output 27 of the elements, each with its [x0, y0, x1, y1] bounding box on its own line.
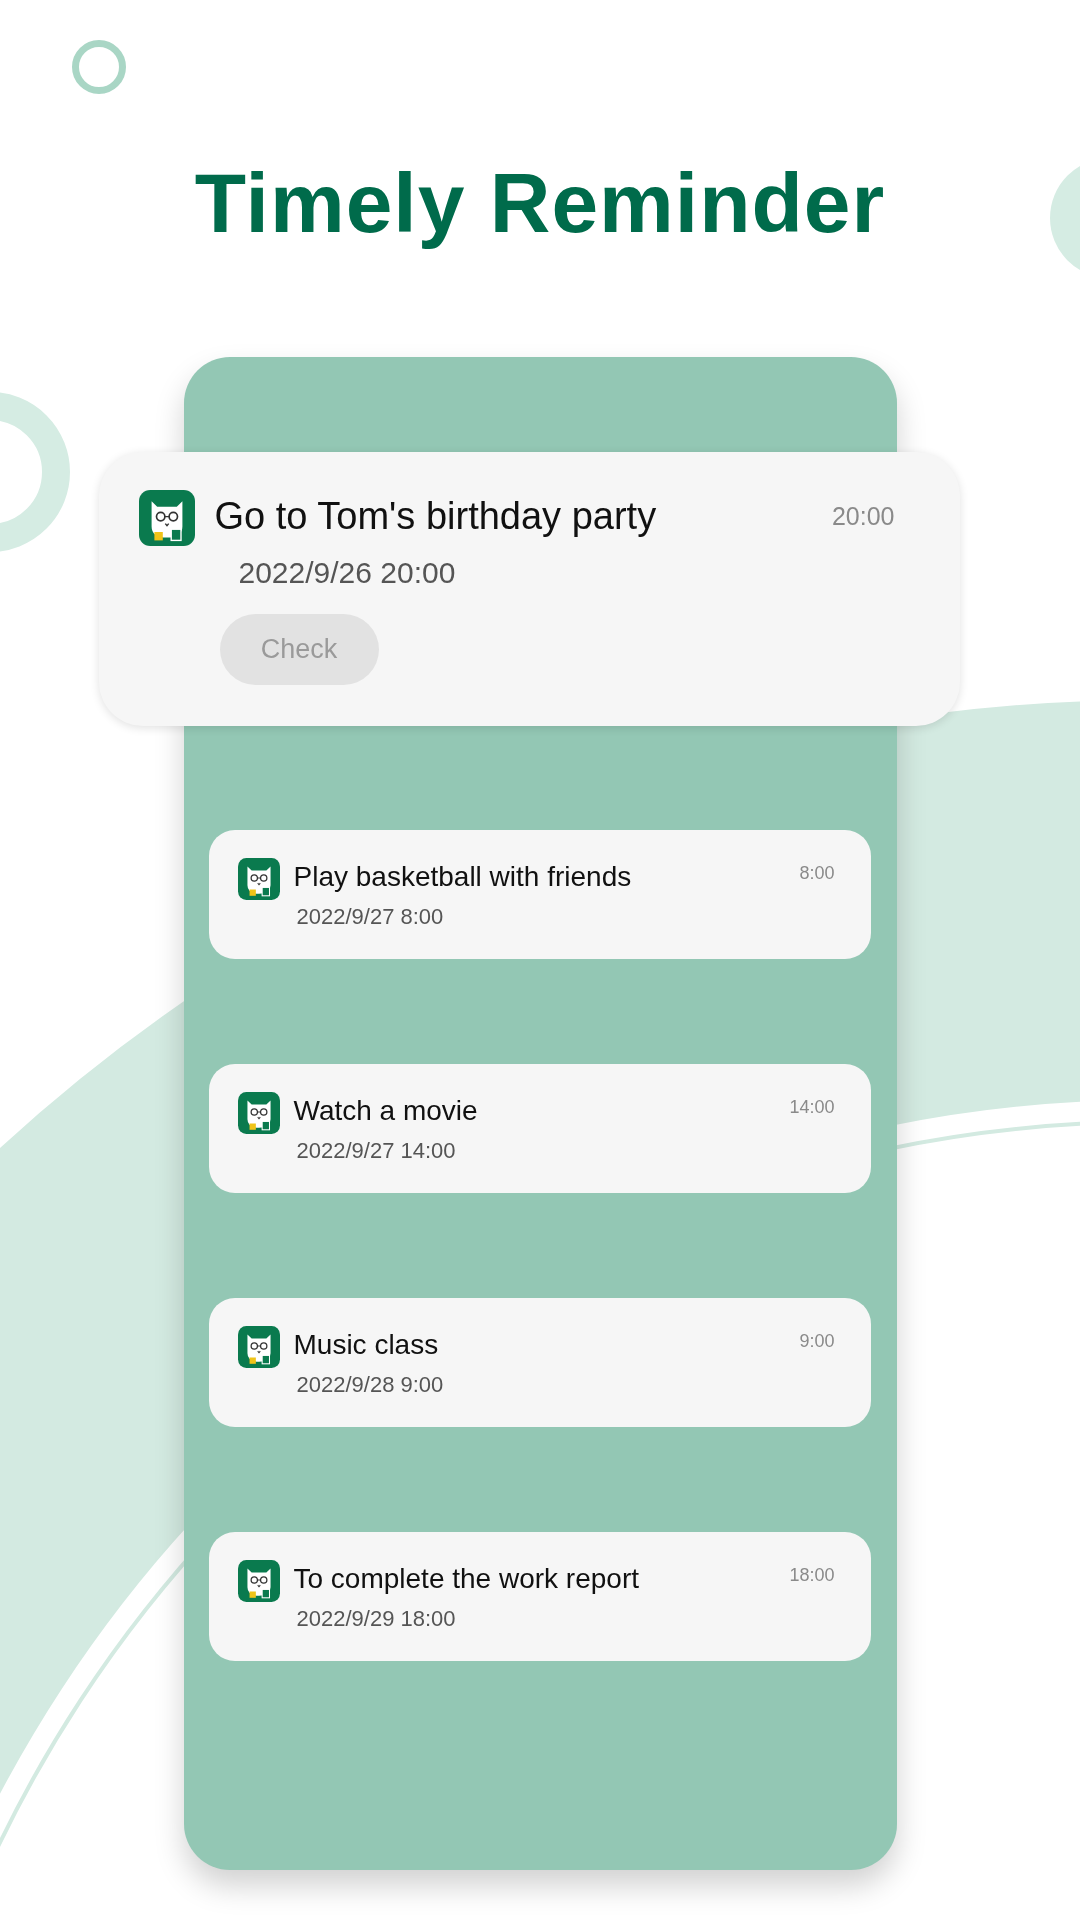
notification-date: 2022/9/26 20:00 [238, 556, 457, 590]
notification-card[interactable]: Music class 9:00 2022/9/28 9:00 [208, 1298, 871, 1427]
notification-date: 2022/9/28 9:00 [296, 1372, 445, 1398]
cat-app-icon [237, 1560, 280, 1602]
notification-title: To complete the work report [293, 1562, 640, 1596]
notification-date: 2022/9/27 8:00 [296, 904, 445, 930]
notification-title: Play basketball with friends [293, 860, 633, 894]
notification-time: 8:00 [799, 862, 835, 885]
notification-date: 2022/9/27 14:00 [296, 1138, 457, 1164]
cat-app-icon [237, 1326, 280, 1368]
ring-decoration [72, 40, 126, 94]
notification-title: Music class [293, 1328, 440, 1362]
notification-title: Watch a movie [293, 1094, 479, 1128]
notification-card[interactable]: Go to Tom's birthday party 20:00 2022/9/26 20:00 Check [98, 452, 960, 726]
notification-card[interactable]: Play basketball with friends 8:00 2022/9/27 8:00 [208, 830, 871, 959]
notification-time: 20:00 [831, 501, 895, 532]
page-title: Timely Reminder [194, 155, 886, 252]
cat-app-icon [237, 1092, 280, 1134]
cat-app-icon [237, 858, 280, 900]
cat-app-icon [138, 490, 195, 546]
notification-time: 14:00 [789, 1096, 835, 1119]
notification-card[interactable]: Watch a movie 14:00 2022/9/27 14:00 [208, 1064, 871, 1193]
notification-date: 2022/9/29 18:00 [296, 1606, 457, 1632]
notification-card[interactable]: To complete the work report 18:00 2022/9/29 18:00 [208, 1532, 871, 1661]
notification-time: 9:00 [799, 1330, 835, 1353]
notification-time: 18:00 [789, 1564, 835, 1587]
notification-title: Go to Tom's birthday party [214, 494, 658, 539]
